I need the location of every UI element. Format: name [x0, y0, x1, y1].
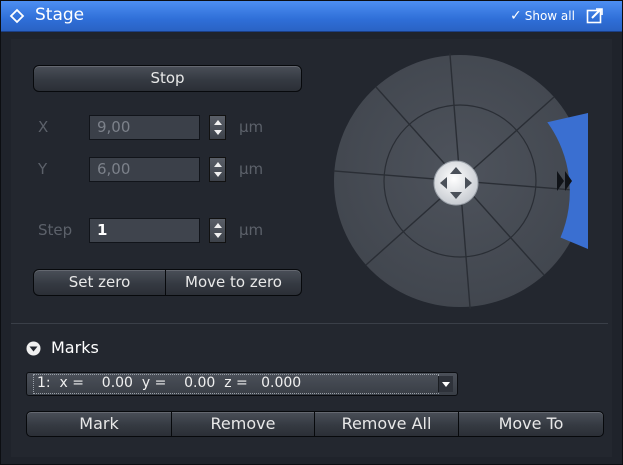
marks-selected-value: 1: x = 0.00 y = 0.00 z = 0.000 — [32, 373, 440, 395]
show-all-toggle[interactable]: ✓ Show all — [510, 8, 575, 24]
remove-button[interactable]: Remove — [171, 411, 315, 437]
move-to-button[interactable]: Move To — [458, 411, 604, 437]
marks-label: Marks — [51, 338, 99, 357]
x-spinner[interactable] — [209, 115, 226, 140]
mark-button[interactable]: Mark — [26, 411, 172, 437]
undock-icon[interactable] — [586, 7, 605, 25]
stage-window: Stage ✓ Show all Stop X 9,00 µm Y 6,00 µm… — [0, 0, 623, 465]
spin-up-icon[interactable] — [214, 223, 222, 228]
collapse-toggle-icon[interactable] — [26, 341, 41, 356]
checkmark-icon: ✓ — [510, 8, 522, 24]
y-label: Y — [38, 160, 48, 178]
y-unit-label: µm — [239, 160, 264, 178]
set-zero-button[interactable]: Set zero — [33, 269, 166, 296]
x-label: X — [38, 118, 49, 136]
step-spinner[interactable] — [209, 218, 226, 243]
spin-down-icon[interactable] — [214, 130, 222, 135]
stage-joystick[interactable] — [332, 53, 588, 309]
show-all-label: Show all — [524, 9, 575, 23]
move-to-zero-button[interactable]: Move to zero — [165, 269, 302, 296]
step-label: Step — [38, 221, 73, 239]
diamond-icon[interactable] — [9, 8, 25, 24]
step-field[interactable]: 1 — [89, 218, 200, 243]
x-position-field[interactable]: 9,00 — [89, 115, 200, 140]
section-divider — [11, 323, 608, 324]
spin-down-icon[interactable] — [214, 233, 222, 238]
chevron-down-icon[interactable] — [438, 376, 453, 392]
title-bar: Stage ✓ Show all — [1, 1, 622, 32]
y-position-field[interactable]: 6,00 — [89, 157, 200, 182]
marks-dropdown[interactable]: 1: x = 0.00 y = 0.00 z = 0.000 — [26, 372, 458, 396]
window-title: Stage — [35, 5, 85, 25]
spin-down-icon[interactable] — [214, 172, 222, 177]
spin-up-icon[interactable] — [214, 162, 222, 167]
remove-all-button[interactable]: Remove All — [314, 411, 459, 437]
y-spinner[interactable] — [209, 157, 226, 182]
stop-button[interactable]: Stop — [33, 65, 302, 92]
x-unit-label: µm — [239, 118, 264, 136]
spin-up-icon[interactable] — [214, 120, 222, 125]
step-unit-label: µm — [239, 221, 264, 239]
